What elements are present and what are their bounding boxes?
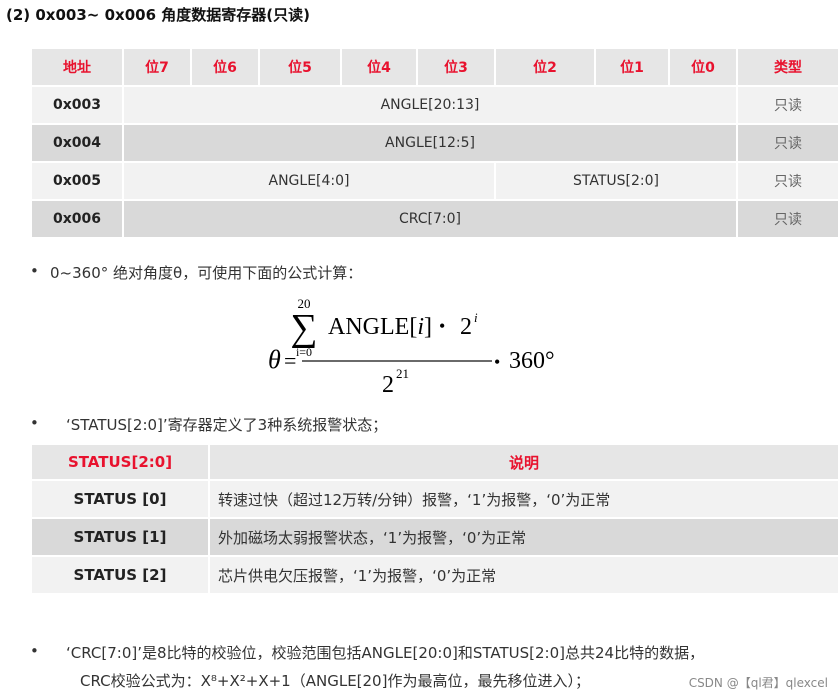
equals-sign: =: [284, 348, 296, 373]
table-row: 0x003 ANGLE[20:13] 只读: [30, 85, 840, 125]
bullet-dot: •: [30, 262, 39, 280]
register-type: 只读: [736, 123, 840, 163]
bullet-text-line2: CRC校验公式为：X⁸+X²+X+1（ANGLE[20]作为最高位，最先移位进入…: [80, 672, 590, 690]
numerator-exponent: i: [474, 310, 478, 325]
register-address: 0x003: [30, 85, 124, 125]
register-field: ANGLE[12:5]: [122, 123, 738, 163]
table-row: 0x006 CRC[7:0] 只读: [30, 199, 840, 239]
table-row: STATUS [0] 转速过快（超过12万转/分钟）报警，‘1’为报警，‘0’为…: [30, 479, 840, 519]
register-type: 只读: [736, 85, 840, 125]
status-table: STATUS[2:0] 说明 STATUS [0] 转速过快（超过12万转/分钟…: [30, 443, 840, 595]
header-status: STATUS[2:0]: [30, 443, 210, 481]
header-bit0: 位0: [668, 47, 738, 87]
bullet-text: 0~360° 绝对角度θ，可使用下面的公式计算：: [50, 264, 363, 282]
section-heading: (2) 0x003~ 0x006 角度数据寄存器(只读): [6, 6, 310, 24]
table-row: 0x004 ANGLE[12:5] 只读: [30, 123, 840, 163]
register-type: 只读: [736, 199, 840, 239]
status-description: 转速过快（超过12万转/分钟）报警，‘1’为报警，‘0’为正常: [208, 479, 840, 519]
header-bit2: 位2: [494, 47, 596, 87]
table-row: 0x005 ANGLE[4:0] STATUS[2:0] 只读: [30, 161, 840, 201]
theta-symbol: θ: [268, 345, 281, 374]
times-bullet: •: [494, 352, 500, 372]
status-description: 外加磁场太弱报警状态，‘1’为报警，‘0’为正常: [208, 517, 840, 557]
watermark: CSDN @【ql君】qlexcel: [688, 676, 828, 690]
status-name: STATUS [0]: [30, 479, 210, 519]
header-bit7: 位7: [122, 47, 192, 87]
bullet-dot: •: [30, 414, 39, 432]
sum-lower-limit: i=0: [296, 345, 312, 359]
header-type: 类型: [736, 47, 840, 87]
numerator-bullet: •: [439, 316, 445, 336]
register-field: ANGLE[20:13]: [122, 85, 738, 125]
register-field: CRC[7:0]: [122, 199, 738, 239]
header-description: 说明: [208, 443, 840, 481]
register-table-header: 地址 位7 位6 位5 位4 位3 位2 位1 位0 类型: [30, 47, 840, 87]
denominator-exponent: 21: [396, 366, 409, 381]
denominator-base: 2: [382, 372, 394, 398]
degrees-value: 360°: [509, 348, 555, 374]
bullet-angle-formula: • 0~360° 绝对角度θ，可使用下面的公式计算：: [30, 262, 630, 282]
bullet-text-line1: ‘CRC[7:0]’是8比特的校验位，校验范围包括ANGLE[20:0]和STA…: [66, 644, 705, 662]
sum-sign: ∑: [290, 307, 317, 349]
header-bit5: 位5: [258, 47, 342, 87]
table-row: STATUS [1] 外加磁场太弱报警状态，‘1’为报警，‘0’为正常: [30, 517, 840, 557]
header-bit6: 位6: [190, 47, 260, 87]
status-name: STATUS [2]: [30, 555, 210, 595]
register-field: ANGLE[4:0]: [122, 161, 496, 201]
header-bit1: 位1: [594, 47, 670, 87]
register-type: 只读: [736, 161, 840, 201]
bullet-dot: •: [30, 642, 39, 660]
register-table: 地址 位7 位6 位5 位4 位3 位2 位1 位0 类型 0x003 ANGL…: [30, 47, 840, 239]
register-address: 0x006: [30, 199, 124, 239]
header-bit3: 位3: [416, 47, 496, 87]
bullet-text: ‘STATUS[2:0]’寄存器定义了3种系统报警状态；: [66, 416, 388, 434]
table-row: STATUS [2] 芯片供电欠压报警，‘1’为报警，‘0’为正常: [30, 555, 840, 595]
status-description: 芯片供电欠压报警，‘1’为报警，‘0’为正常: [208, 555, 840, 595]
status-name: STATUS [1]: [30, 517, 210, 557]
numerator-two: 2: [460, 314, 472, 340]
bullet-status-definition: • ‘STATUS[2:0]’寄存器定义了3种系统报警状态；: [30, 414, 630, 434]
angle-formula: 20 ∑ i=0 ANGLE[i] • 2 i θ = 2 21 • 360°: [268, 296, 555, 398]
register-address: 0x005: [30, 161, 124, 201]
register-field: STATUS[2:0]: [494, 161, 738, 201]
numerator-angle: ANGLE[i]: [328, 314, 432, 340]
status-table-header: STATUS[2:0] 说明: [30, 443, 840, 481]
register-address: 0x004: [30, 123, 124, 163]
header-address: 地址: [30, 47, 124, 87]
header-bit4: 位4: [340, 47, 418, 87]
